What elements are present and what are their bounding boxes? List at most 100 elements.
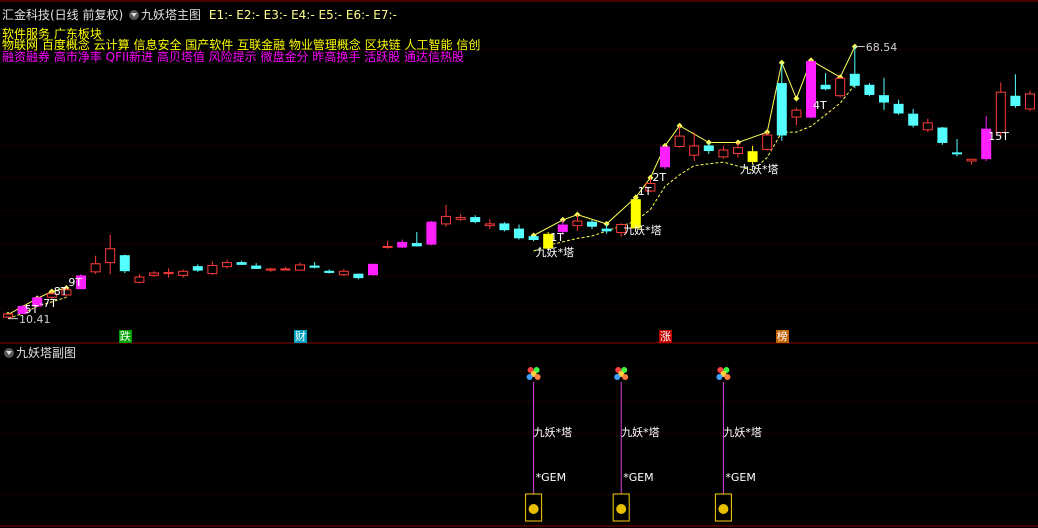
- e-value-5: E5:-: [318, 8, 346, 22]
- candle-body: [353, 273, 364, 279]
- candle: [3, 313, 13, 319]
- sub-header: 九妖塔副图: [2, 346, 76, 360]
- candle-body: [484, 223, 495, 227]
- signal-dot: [534, 374, 541, 380]
- event-badge[interactable]: 跌: [118, 330, 132, 343]
- candle: [572, 214, 583, 231]
- candle-body: [893, 103, 904, 114]
- candle-body: [966, 158, 977, 162]
- candle: [528, 235, 539, 242]
- candle-body: [776, 83, 787, 136]
- signal-dot: [526, 374, 533, 380]
- candle: [966, 158, 977, 165]
- candle-body: [952, 152, 962, 155]
- candle-body: [470, 217, 481, 223]
- annotation-label: 1T: [637, 184, 652, 198]
- candle: [411, 231, 422, 247]
- candle: [397, 239, 408, 249]
- candle-body: [324, 270, 335, 273]
- annotation-label: 九妖*塔: [623, 224, 662, 238]
- candle-body: [455, 217, 466, 220]
- candle-body: [119, 255, 130, 272]
- candle-body: [426, 221, 437, 245]
- candle-body: [499, 223, 510, 231]
- main-chart[interactable]: [0, 0, 1038, 528]
- candle: [338, 268, 349, 276]
- candle-body: [338, 270, 349, 276]
- event-badge[interactable]: 涨: [659, 330, 672, 343]
- annotation-label: 9T: [68, 275, 83, 289]
- candle-body: [265, 268, 276, 271]
- candle-body: [163, 271, 174, 275]
- candle: [441, 204, 451, 227]
- concept-line-3: 融资融券 高市净率 QFII新进 高贝塔值 风险提示 微盘金分 昨高换手 活跃股…: [2, 50, 464, 64]
- candle: [207, 261, 218, 275]
- annotation-label: 2T: [652, 171, 667, 185]
- candle: [922, 118, 933, 133]
- candle: [1025, 90, 1035, 112]
- candle-body: [397, 241, 408, 248]
- candle: [747, 145, 758, 165]
- candle: [163, 268, 174, 278]
- candle-body: [879, 95, 889, 103]
- annotation-label: 1T: [550, 231, 564, 245]
- candle: [791, 107, 802, 126]
- signal-dot: [716, 374, 723, 380]
- candle-body: [105, 248, 116, 264]
- candle: [718, 145, 729, 159]
- candle-body: [922, 122, 933, 131]
- candle: [236, 260, 247, 265]
- indicator-menu-icon[interactable]: [129, 10, 140, 20]
- annotation-label: 九妖*塔: [740, 163, 779, 177]
- candle-body: [849, 73, 860, 86]
- main-indicator-name[interactable]: 九妖塔主图: [141, 8, 201, 22]
- candle: [1010, 74, 1021, 108]
- chart-stage: 汇金科技(日线 前复权) 九妖塔主图 E1:- E2:- E3:- E4:- E…: [0, 0, 1038, 528]
- candle: [674, 125, 685, 148]
- sub-indicator-menu-icon[interactable]: [4, 348, 14, 358]
- candle-body: [674, 135, 685, 148]
- candle: [587, 219, 597, 230]
- candle-body: [718, 149, 729, 158]
- price-label: 10.41: [19, 312, 51, 326]
- candle: [280, 266, 291, 271]
- candle: [192, 264, 203, 272]
- candle-body: [368, 263, 378, 276]
- candle: [324, 269, 335, 274]
- candle: [368, 263, 378, 276]
- event-badge[interactable]: 榜: [775, 330, 789, 343]
- signal-gem-label: *GEM: [623, 471, 654, 484]
- candle-body: [660, 146, 670, 168]
- sub-indicator-name[interactable]: 九妖塔副图: [16, 346, 76, 360]
- candle-body: [937, 127, 948, 143]
- candle-body: [382, 245, 393, 248]
- candle: [119, 254, 130, 274]
- e-value-1: E1:-: [208, 8, 237, 22]
- annotation-label: 8T: [53, 284, 68, 298]
- e-value-6: E6:-: [345, 8, 374, 22]
- candle-body: [835, 77, 846, 97]
- annotation-label: -7T: [39, 297, 57, 311]
- annotation-label: 4T: [813, 99, 827, 113]
- e-value-2: E2:-: [236, 8, 264, 22]
- price-label: 68.54: [865, 40, 898, 54]
- candle: [937, 126, 948, 145]
- candle-body: [207, 265, 218, 275]
- candle-body: [791, 109, 802, 118]
- candle-body: [587, 221, 597, 227]
- candle: [660, 145, 670, 170]
- signal-gem-label: *GEM: [535, 471, 567, 484]
- candle: [820, 73, 831, 91]
- signal-gem-label: *GEM: [725, 471, 756, 484]
- signal-dot: [614, 374, 621, 380]
- candle-body: [236, 262, 247, 265]
- candle-body: [178, 270, 189, 276]
- stock-title: 汇金科技(日线 前复权): [2, 8, 124, 22]
- candle: [90, 255, 101, 275]
- candle-body: [703, 145, 714, 152]
- candle-body: [90, 263, 101, 273]
- event-badge[interactable]: 财: [294, 330, 307, 343]
- e-value-3: E3:-: [263, 8, 292, 22]
- candle-body: [995, 91, 1006, 134]
- e-value-7: E7:-: [373, 8, 397, 22]
